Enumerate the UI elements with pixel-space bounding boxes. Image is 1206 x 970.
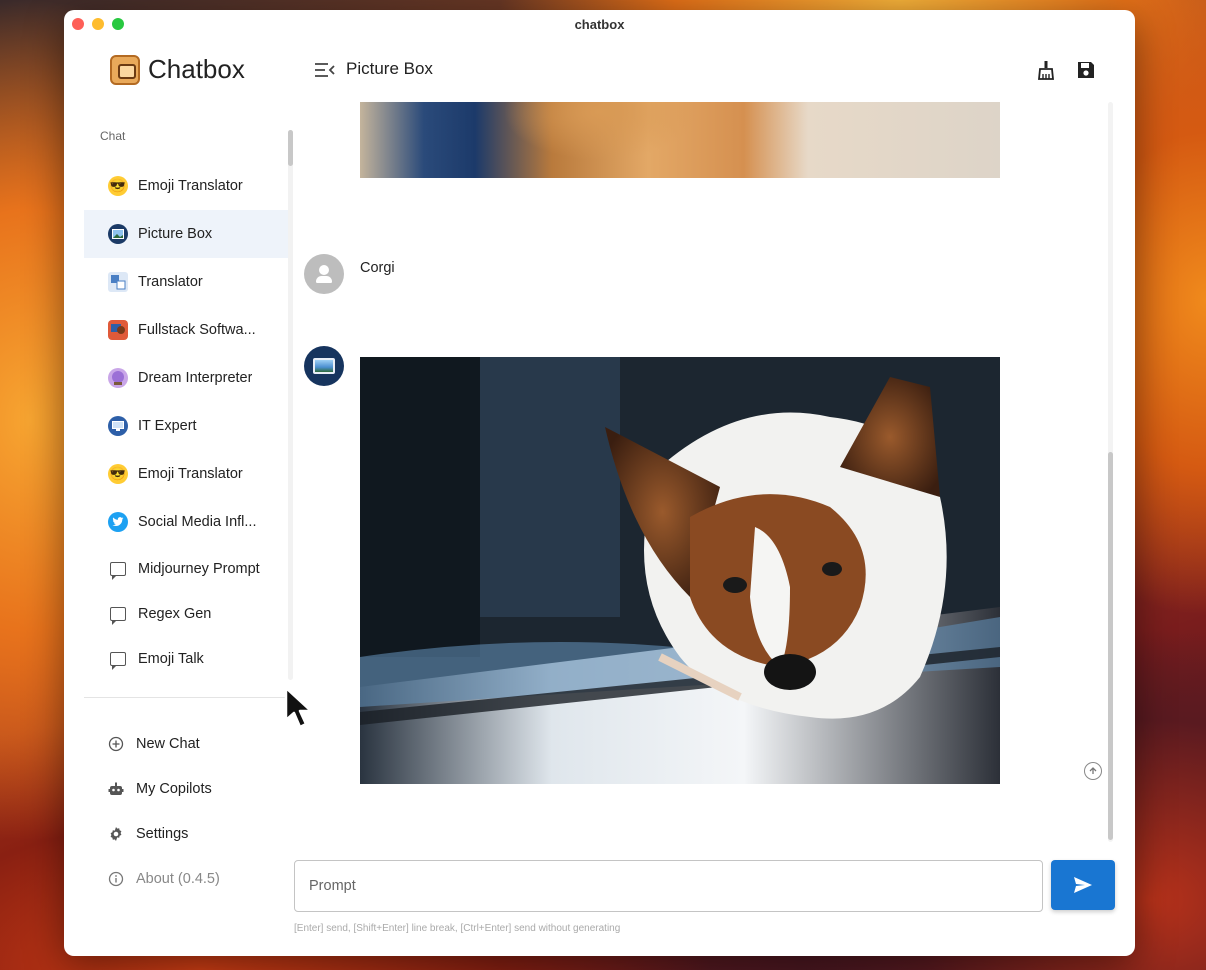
it-expert-avatar-icon: [108, 416, 128, 436]
message-image-cat: [360, 102, 1000, 178]
close-window-button[interactable]: [72, 18, 84, 30]
window-controls: [72, 18, 124, 30]
user-avatar-icon: [304, 254, 344, 294]
chat-item-label: Midjourney Prompt: [138, 560, 260, 577]
twitter-bird-icon: [108, 512, 128, 532]
my-copilots-label: My Copilots: [136, 780, 212, 797]
chat-item-dream-interpreter[interactable]: Dream Interpreter: [84, 354, 288, 402]
about-label: About (0.4.5): [136, 870, 220, 887]
mouse-cursor-icon: [284, 686, 314, 735]
sunglasses-emoji-icon: 😎: [108, 176, 128, 196]
brand: Chatbox: [110, 54, 245, 85]
info-icon: [108, 871, 124, 887]
crystal-ball-icon: [108, 368, 128, 388]
minimize-window-button[interactable]: [92, 18, 104, 30]
user-message: Corgi: [304, 254, 395, 294]
title-bar: chatbox: [64, 10, 1135, 38]
chat-item-label: Emoji Talk: [138, 650, 204, 667]
chat-item-label: Translator: [138, 274, 203, 290]
chat-item-emoji-translator[interactable]: 😎 Emoji Translator: [84, 162, 288, 210]
chat-item-midjourney-prompt[interactable]: Midjourney Prompt: [84, 546, 288, 591]
new-chat-label: New Chat: [136, 735, 200, 752]
user-message-text: Corgi: [360, 260, 395, 276]
keyboard-hint: [Enter] send, [Shift+Enter] line break, …: [294, 923, 621, 934]
zoom-window-button[interactable]: [112, 18, 124, 30]
toggle-sidebar-icon[interactable]: [314, 62, 336, 78]
settings-label: Settings: [136, 825, 189, 842]
sidebar: Chatbox Chat 😎 Emoji Translator Picture …: [64, 38, 294, 956]
chat-item-label: Social Media Infl...: [138, 514, 257, 530]
brand-name: Chatbox: [148, 54, 245, 84]
window-title: chatbox: [574, 16, 625, 32]
chat-item-picture-box[interactable]: Picture Box: [84, 210, 288, 258]
clean-broom-icon[interactable]: [1036, 60, 1056, 80]
chat-item-label: Emoji Translator: [138, 466, 243, 482]
developer-avatar-icon: [108, 320, 128, 340]
section-label-chat: Chat: [100, 129, 126, 143]
chat-list: 😎 Emoji Translator Picture Box Translato…: [84, 162, 288, 681]
message-list: Corgi: [294, 102, 1114, 847]
settings-button[interactable]: Settings: [84, 811, 288, 856]
chat-item-fullstack-software[interactable]: Fullstack Softwa...: [84, 306, 288, 354]
chat-item-regex-gen[interactable]: Regex Gen: [84, 591, 288, 636]
picture-box-avatar-icon: [304, 346, 344, 386]
chatbox-logo-icon: [110, 54, 140, 85]
robot-icon: [108, 781, 124, 797]
chat-item-label: Fullstack Softwa...: [138, 322, 256, 338]
save-icon[interactable]: [1076, 60, 1096, 80]
message-image-corgi: [360, 357, 1000, 784]
sidebar-divider: [84, 697, 294, 698]
prompt-input[interactable]: [294, 860, 1043, 912]
picture-box-avatar-icon: [108, 224, 128, 244]
about-button[interactable]: About (0.4.5): [84, 856, 288, 901]
chat-item-label: Picture Box: [138, 226, 213, 242]
sunglasses-emoji-icon: 😎: [108, 464, 128, 484]
chat-item-it-expert[interactable]: IT Expert: [84, 402, 288, 450]
messages-scrollbar[interactable]: [1108, 102, 1113, 842]
sidebar-menu: New Chat My Copilots Settings About (0.4…: [84, 721, 288, 901]
message-icon: [110, 561, 126, 580]
send-icon: [1074, 877, 1092, 893]
chat-item-label: Regex Gen: [138, 605, 212, 622]
chat-item-social-media-influencer[interactable]: Social Media Infl...: [84, 498, 288, 546]
sidebar-scrollbar[interactable]: [288, 130, 293, 680]
sidebar-scrollbar-thumb[interactable]: [288, 130, 293, 166]
my-copilots-button[interactable]: My Copilots: [84, 766, 288, 811]
messages-scrollbar-thumb[interactable]: [1108, 452, 1113, 840]
chat-item-emoji-translator-2[interactable]: 😎 Emoji Translator: [84, 450, 288, 498]
chat-item-label: Dream Interpreter: [138, 370, 253, 386]
send-button[interactable]: [1051, 860, 1115, 910]
chat-item-label: IT Expert: [138, 418, 197, 434]
new-chat-button[interactable]: New Chat: [84, 721, 288, 766]
chat-item-emoji-talk[interactable]: Emoji Talk: [84, 636, 288, 681]
page-title: Picture Box: [346, 59, 433, 78]
add-circle-icon: [108, 736, 124, 752]
scroll-to-top-icon[interactable]: [1084, 762, 1102, 780]
message-icon: [110, 606, 126, 625]
app-window: chatbox Chatbox Chat 😎 Emoji Translator …: [64, 10, 1135, 956]
gear-icon: [108, 826, 124, 842]
chat-item-label: Emoji Translator: [138, 178, 243, 194]
message-icon: [110, 651, 126, 670]
translator-avatar-icon: [108, 272, 128, 292]
chat-item-translator[interactable]: Translator: [84, 258, 288, 306]
